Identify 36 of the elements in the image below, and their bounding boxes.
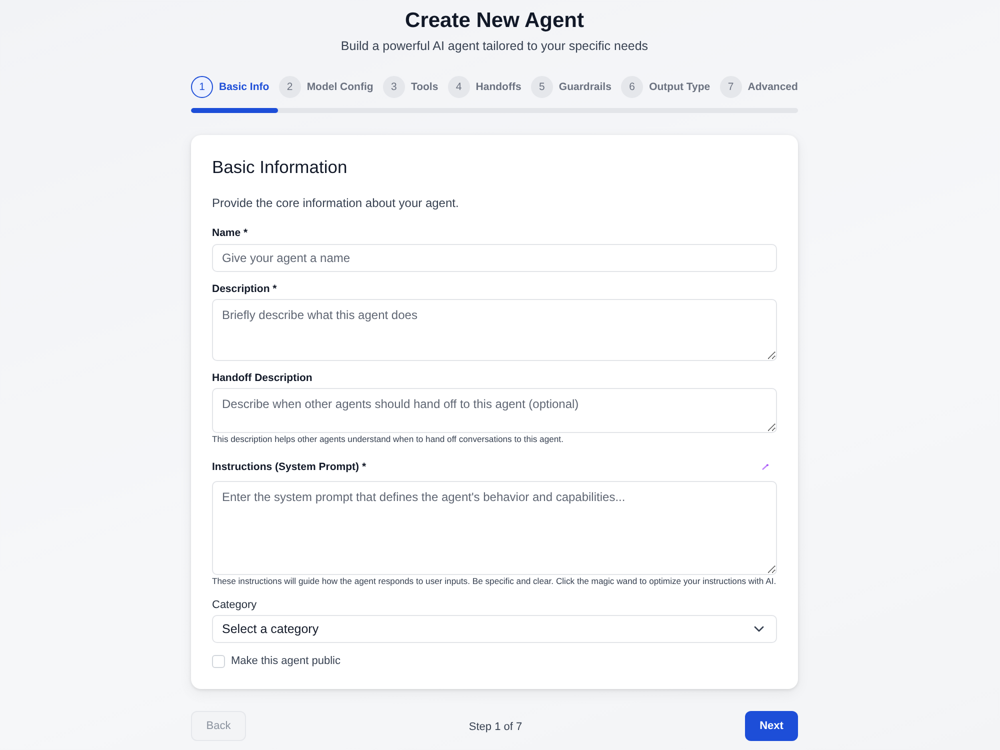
section-description: Provide the core information about your agent. [212,195,459,212]
step-number: 7 [720,76,742,98]
help-text: These instructions will guide how the agent responds to user inputs. Be specific and clear. Click the magic wand to optimize your instructions with AI. [212,576,776,587]
chevron-down-icon [754,626,764,632]
step-number: 3 [382,76,405,98]
field-label: Name * [212,226,248,241]
description-textarea[interactable]: Briefly describe what this agent does [212,299,777,361]
step-tab[interactable]: 4 Handoffs [448,76,522,98]
step-indicator: Step 1 of 7 [468,721,522,733]
handoff-description-textarea[interactable]: Describe when other agents should hand off to this agent (optional) [212,388,777,433]
category-select[interactable]: Select a category [212,615,777,643]
step-number: 6 [621,76,644,98]
step-number: 2 [278,76,301,98]
checkbox[interactable] [212,654,225,668]
instructions-textarea[interactable]: Enter the system prompt that defines the agent's behavior and capabilities... [212,481,777,575]
step-tab[interactable]: 1 Basic Info [191,76,270,98]
step-tab[interactable]: 7 Advanced [720,76,798,98]
step-tab[interactable]: 6 Output Type [621,76,710,98]
section-heading: Basic Information [212,156,348,179]
help-text: This description helps other agents understand when to hand off conversations to this agent. [212,434,564,445]
step-tab[interactable]: 2 Model Config [278,76,374,98]
wand-icon[interactable] [762,464,769,470]
checkbox-label: Make this agent public [231,654,340,668]
page-title: Create New Agent [404,8,585,34]
field-label: Instructions (System Prompt) * [212,460,366,475]
field-label: Description * [212,282,277,297]
step-number: 1 [191,76,213,98]
step-tab[interactable]: 5 Guardrails [530,76,612,98]
step-number: 4 [448,76,470,98]
name-input[interactable]: Give your agent a name [212,244,777,272]
field-label: Handoff Description [212,371,312,386]
step-tab[interactable]: 3 Tools [382,76,438,98]
step-number: 5 [530,76,553,98]
field-label: Category [212,598,257,613]
page-subtitle: Build a powerful AI agent tailored to your specific needs [340,38,650,55]
next-button[interactable]: Next [745,711,798,741]
